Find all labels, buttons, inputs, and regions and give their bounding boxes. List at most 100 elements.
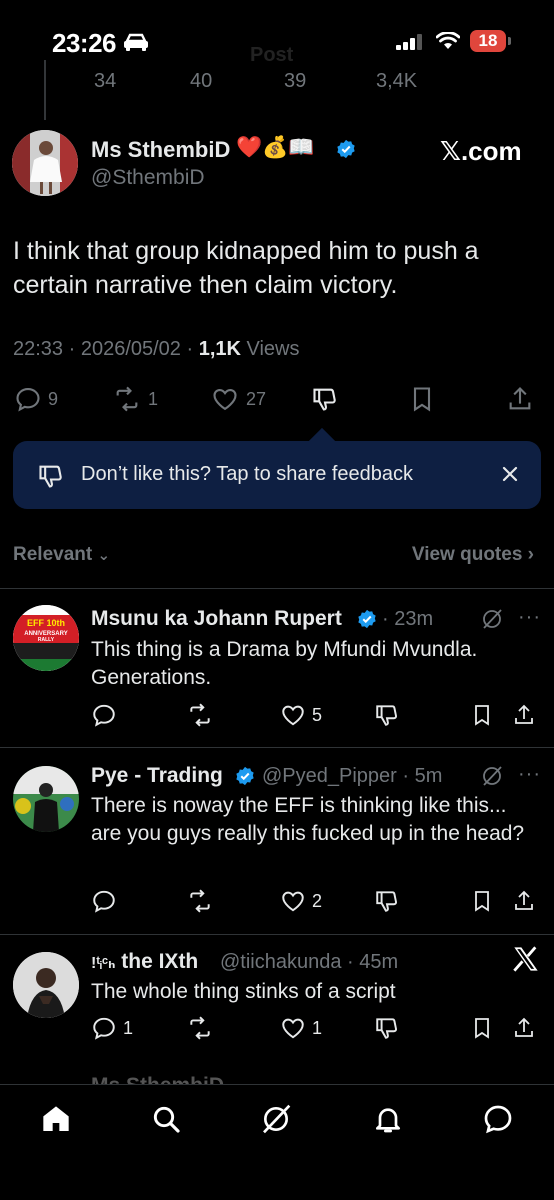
dislike-button[interactable] xyxy=(374,1015,400,1041)
bookmark-button[interactable] xyxy=(470,888,494,914)
battery-indicator: 18 xyxy=(470,30,506,52)
share-button[interactable] xyxy=(512,702,536,728)
feedback-banner-text[interactable]: Don’t like this? Tap to share feedback xyxy=(81,463,413,486)
bookmark-icon xyxy=(475,891,489,912)
more-options-icon[interactable]: ··· xyxy=(518,763,541,786)
tweet-timestamp: 22:33 · 2026/05/02 · xyxy=(13,338,199,360)
reply-handle[interactable]: @tiichakunda · 45m xyxy=(220,951,398,974)
close-icon[interactable] xyxy=(499,463,521,485)
dislike-button[interactable] xyxy=(374,888,400,914)
bottom-navigation xyxy=(0,1084,554,1200)
status-time: 23:26 xyxy=(52,28,117,58)
reply-icon xyxy=(93,890,115,913)
reply-text: This thing is a Drama by Mfundi Mvundla.… xyxy=(91,638,478,689)
repost-button[interactable] xyxy=(186,888,214,914)
reply-count: 1 xyxy=(123,1017,134,1038)
author-handle[interactable]: @SthembiD xyxy=(91,166,205,190)
reply-avatar[interactable] xyxy=(13,952,79,1018)
repost-button[interactable] xyxy=(186,1015,214,1041)
reply-author-name[interactable]: !ᵗᵢᶜₕ the IXth xyxy=(91,950,198,974)
reply-button[interactable]: 9 xyxy=(14,385,58,413)
reply-handle[interactable]: @Pyed_Pipper · 5m xyxy=(262,765,442,788)
repost-button[interactable] xyxy=(186,702,214,728)
chevron-down-icon: ⌄ xyxy=(97,547,111,564)
like-button[interactable]: 5 xyxy=(280,702,322,728)
reply-timestamp: · 23m xyxy=(382,608,434,630)
messages-icon[interactable] xyxy=(482,1103,514,1135)
wifi-icon xyxy=(436,32,460,50)
share-button[interactable] xyxy=(512,1015,536,1041)
heart-icon xyxy=(282,705,304,726)
like-button[interactable]: 27 xyxy=(210,385,266,413)
search-icon[interactable] xyxy=(150,1103,182,1135)
more-options-icon[interactable]: ··· xyxy=(518,606,541,629)
grok-icon[interactable] xyxy=(480,764,504,788)
prev-repost-count: 40 xyxy=(190,70,213,90)
like-count: 2 xyxy=(312,890,323,911)
avatar-text-line1: EFF 10th xyxy=(27,618,65,628)
prev-reply-count: 34 xyxy=(94,70,117,90)
like-button[interactable]: 2 xyxy=(280,888,322,914)
bookmark-button[interactable] xyxy=(470,1015,494,1041)
battery-nub xyxy=(508,37,511,45)
repost-button[interactable]: 1 xyxy=(112,385,158,413)
reply-icon xyxy=(93,1017,115,1040)
repost-icon xyxy=(116,386,138,412)
share-icon xyxy=(515,1017,533,1037)
author-avatar[interactable] xyxy=(12,130,78,196)
grok-icon[interactable] xyxy=(480,607,504,631)
reply-icon xyxy=(16,388,40,412)
reply-icon xyxy=(93,704,115,727)
reply-actions: 5 xyxy=(0,702,554,732)
tweet-meta: 22:33 · 2026/05/02 · 1,1K Views xyxy=(13,338,300,361)
bookmark-button[interactable] xyxy=(470,702,494,728)
thumbs-down-icon xyxy=(313,388,336,411)
verified-badge-icon xyxy=(357,609,377,629)
x-com-brand: 𝕏.com xyxy=(440,136,522,166)
grok-icon[interactable] xyxy=(260,1103,292,1135)
prev-like-count: 39 xyxy=(284,70,307,90)
reply-count: 9 xyxy=(48,388,59,409)
thumbs-down-icon xyxy=(376,891,397,912)
share-button[interactable] xyxy=(512,888,536,914)
repost-count: 1 xyxy=(148,388,159,409)
divider xyxy=(0,588,554,589)
reply-avatar[interactable] xyxy=(13,766,79,832)
share-button[interactable] xyxy=(506,385,534,413)
dislike-button[interactable] xyxy=(374,702,400,728)
reply-button[interactable] xyxy=(91,702,117,728)
home-icon[interactable] xyxy=(40,1103,72,1135)
like-button[interactable]: 1 xyxy=(280,1015,322,1041)
view-quotes-link[interactable]: View quotes › xyxy=(412,544,534,566)
reply-author-name[interactable]: Pye - Trading xyxy=(91,764,223,788)
bookmark-icon xyxy=(475,1018,489,1039)
dislike-button[interactable] xyxy=(310,385,340,413)
reply-button[interactable]: 1 xyxy=(91,1015,133,1041)
tweet-views-label: Views xyxy=(240,338,300,360)
reply-author-name[interactable]: Msunu ka Johann Rupert xyxy=(91,607,342,631)
x-logo-icon xyxy=(512,946,540,972)
previous-tweet-actions: 34 40 39 3,4K xyxy=(0,60,554,90)
prev-views-count: 3,4K xyxy=(376,70,418,90)
bookmark-icon xyxy=(413,387,431,412)
reply-avatar[interactable]: EFF 10th ANNIVERSARY RALLY xyxy=(13,605,79,671)
reply-actions: 1 1 xyxy=(0,1015,554,1045)
divider xyxy=(0,747,554,748)
heart-icon xyxy=(282,891,304,912)
reply-author-name-prefix: !ᵗᵢᶜₕ xyxy=(91,955,116,972)
main-tweet-actions: 9 1 27 xyxy=(0,385,554,415)
sort-dropdown[interactable]: Relevant ⌄ xyxy=(13,544,110,566)
chevron-right-icon: › xyxy=(527,544,534,565)
repost-icon xyxy=(190,703,210,727)
feedback-banner[interactable]: Don’t like this? Tap to share feedback xyxy=(13,441,541,509)
share-icon xyxy=(515,890,533,910)
bookmark-button[interactable] xyxy=(408,385,436,413)
reply-author-name-main: the IXth xyxy=(121,950,199,973)
notifications-bell-icon[interactable] xyxy=(372,1103,404,1135)
thumbs-down-icon xyxy=(37,462,65,490)
author-emoji: ❤️💰📖 xyxy=(236,136,315,159)
author-name[interactable]: Ms SthembiD xyxy=(91,137,230,163)
repost-icon xyxy=(190,889,210,913)
reply-button[interactable] xyxy=(91,888,117,914)
car-icon xyxy=(122,32,150,52)
